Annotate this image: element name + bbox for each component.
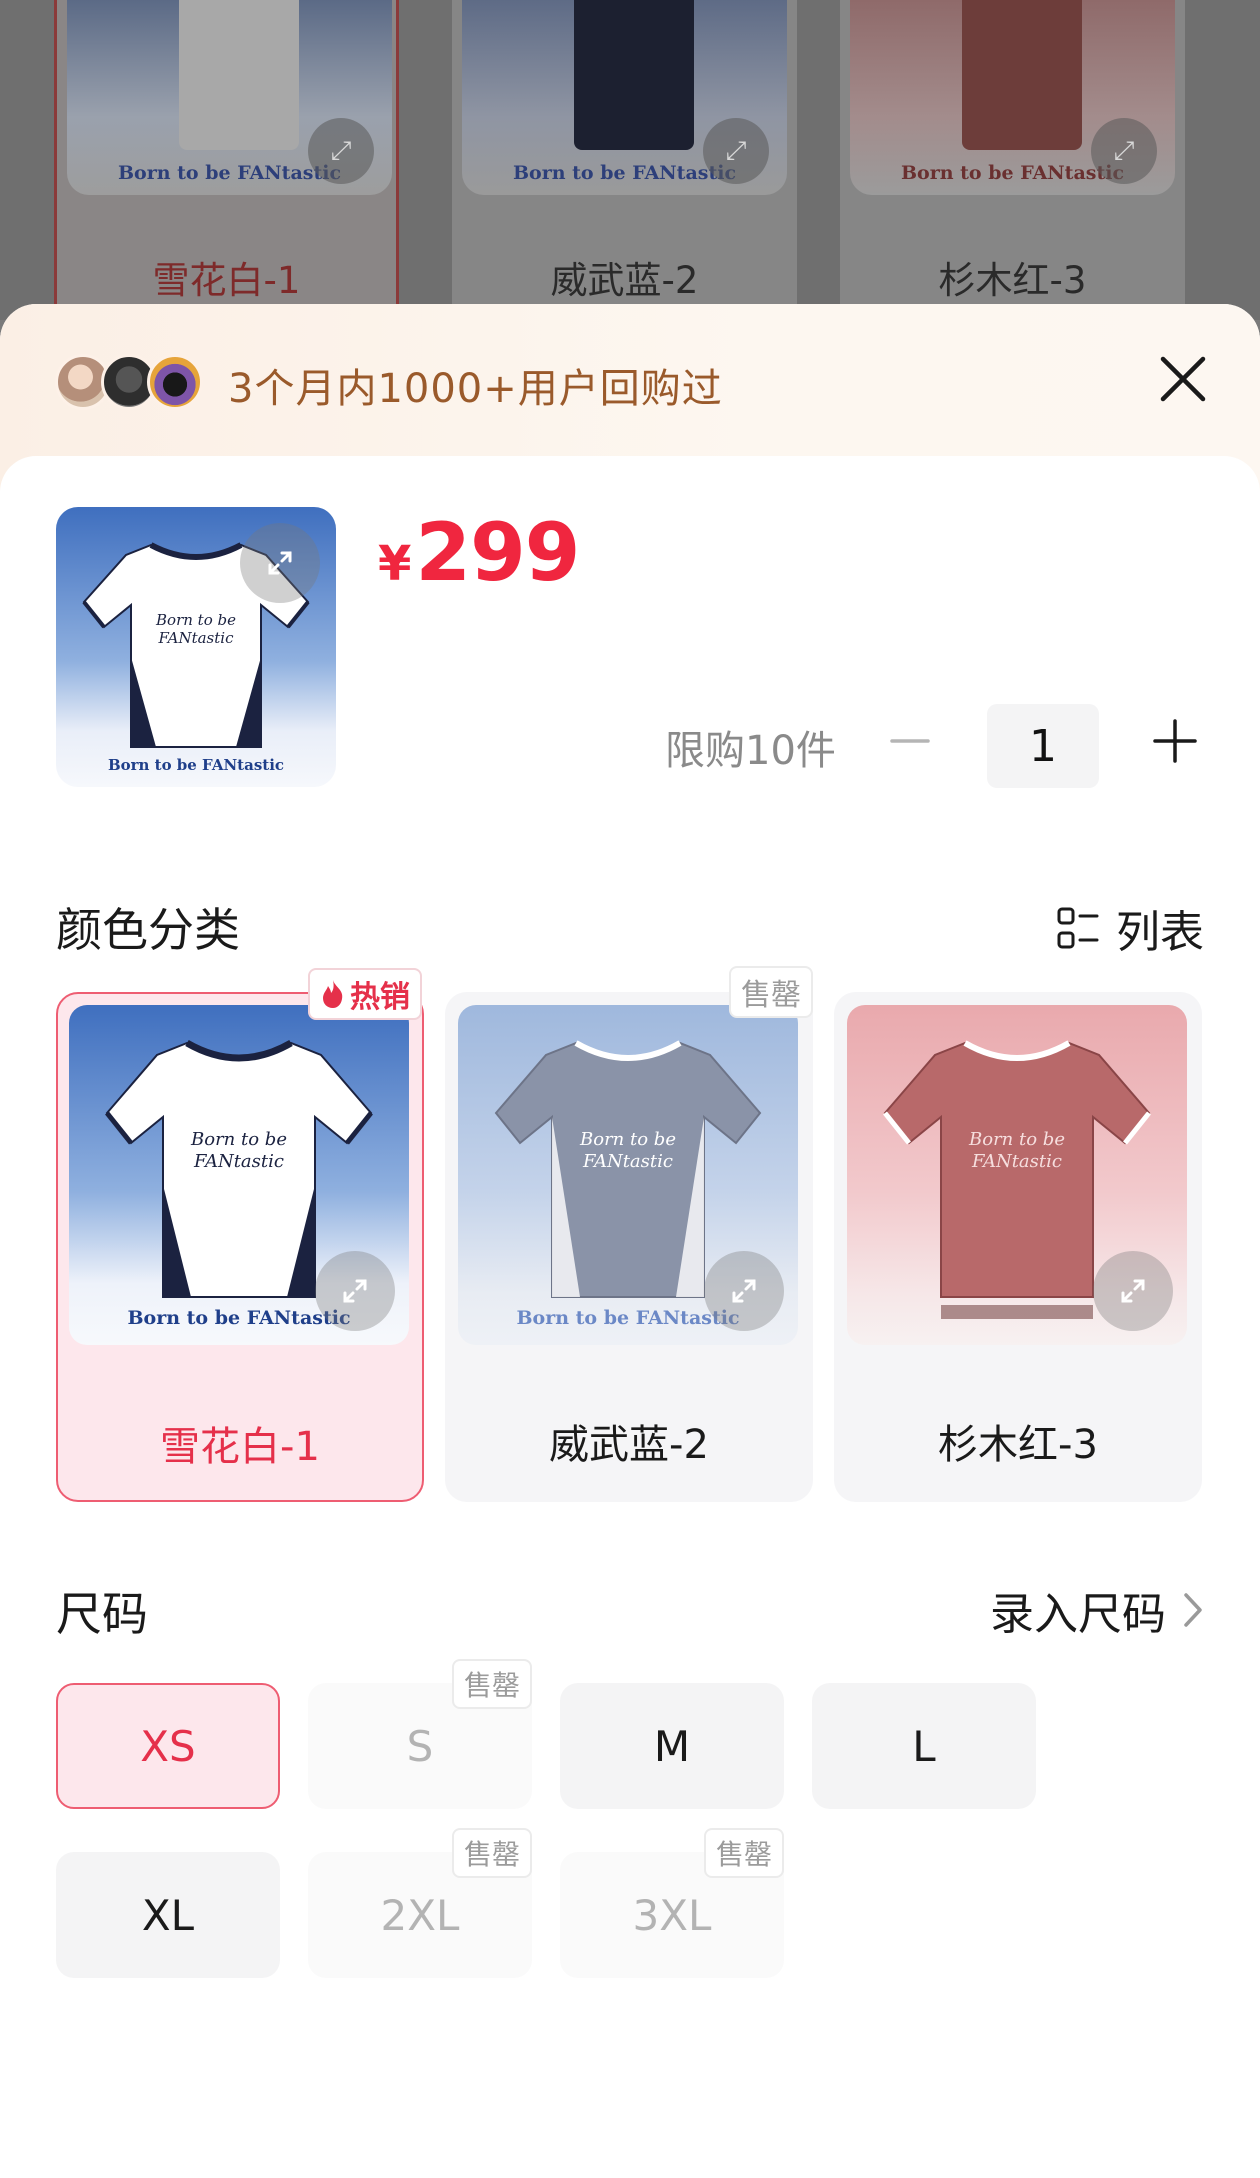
color-option-blue[interactable]: Born to be FANtastic Born to be FANtasti… <box>445 966 813 1502</box>
background-card-image: Born to be FANtastic ⤢ <box>850 0 1175 195</box>
color-option-label: 杉木红-3 <box>938 1422 1098 1468</box>
product-image[interactable]: Born to be FANtastic Born to be FANtasti… <box>56 507 336 787</box>
enter-size-label: 录入尺码 <box>990 1589 1166 1640</box>
background-card-label: 威武蓝-2 <box>550 259 699 302</box>
sold-out-badge: 售罄 <box>703 1828 784 1878</box>
svg-text:FANtastic: FANtastic <box>193 1151 284 1172</box>
svg-text:FANtastic: FANtastic <box>158 629 235 647</box>
quantity-increase-button[interactable] <box>1145 711 1205 771</box>
sold-out-badge: 售罄 <box>729 966 813 1018</box>
close-button[interactable] <box>1150 346 1216 412</box>
enter-size-link[interactable]: 录入尺码 <box>990 1578 1204 1642</box>
size-section-title: 尺码 <box>56 1587 148 1641</box>
quantity-field[interactable]: 1 <box>987 704 1099 788</box>
sku-selector-sheet: 3个月内1000+用户回购过 Born to be FANtastic Born… <box>0 304 1260 2178</box>
background-card-label: 杉木红-3 <box>938 259 1087 302</box>
background-card-image: Born to be FANtastic ⤢ <box>462 0 787 195</box>
purchase-limit: 限购10件 <box>665 728 836 774</box>
svg-text:Born to be: Born to be <box>968 1129 1065 1150</box>
color-section-title: 颜色分类 <box>56 903 240 957</box>
sold-out-badge: 售罄 <box>451 1828 532 1878</box>
repurchase-text: 3个月内1000+用户回购过 <box>228 366 723 412</box>
price: ¥ 299 <box>378 506 580 599</box>
svg-text:Born to be: Born to be <box>579 1129 676 1150</box>
quantity-decrease-button[interactable] <box>880 711 940 771</box>
buyer-avatars <box>55 354 205 410</box>
brand-caption: Born to be FANtastic <box>108 756 284 774</box>
background-card-label: 雪花白-1 <box>152 259 301 302</box>
expand-button[interactable] <box>315 1251 395 1331</box>
expand-icon <box>1121 1279 1145 1303</box>
svg-text:FANtastic: FANtastic <box>971 1151 1062 1172</box>
svg-text:FANtastic: FANtastic <box>582 1151 673 1172</box>
expand-button[interactable] <box>704 1251 784 1331</box>
size-label: M <box>653 1721 691 1771</box>
expand-icon <box>732 1279 756 1303</box>
sold-out-badge: 售罄 <box>451 1659 532 1709</box>
plus-icon <box>1153 719 1197 763</box>
expand-icon <box>343 1279 367 1303</box>
background-color-card-red: Born to be FANtastic ⤢ 杉木红-3 <box>840 0 1185 310</box>
price-currency: ¥ <box>378 536 412 592</box>
svg-text:Born to be: Born to be <box>190 1129 287 1150</box>
color-option-image: Born to be FANtastic <box>847 1005 1187 1345</box>
color-option-label: 雪花白-1 <box>160 1424 320 1470</box>
jersey-image <box>574 0 694 150</box>
background-card-image: Born to be FANtastic ⤢ <box>67 0 392 195</box>
size-option-xs[interactable]: XS <box>56 1683 280 1809</box>
size-option-2xl[interactable]: 2XL 售罄 <box>308 1828 532 1978</box>
jersey-image <box>179 0 299 150</box>
sheet-content: Born to be FANtastic Born to be FANtasti… <box>0 456 1260 2178</box>
list-icon <box>1057 907 1099 949</box>
size-option-3xl[interactable]: 3XL 售罄 <box>560 1828 784 1978</box>
color-option-white[interactable]: Born to be FANtastic Born to be FANtasti… <box>56 968 424 1502</box>
size-option-xl[interactable]: XL <box>56 1852 280 1978</box>
size-label: XL <box>141 1890 195 1940</box>
avatar <box>147 354 203 410</box>
svg-text:Born to be: Born to be <box>155 611 236 629</box>
hot-sale-badge: 热销 <box>308 968 422 1020</box>
jersey-image <box>962 0 1082 150</box>
size-option-m[interactable]: M <box>560 1683 784 1809</box>
size-label: 3XL <box>632 1890 712 1940</box>
list-view-toggle[interactable]: 列表 <box>1056 896 1204 960</box>
chevron-right-icon <box>1184 1593 1202 1627</box>
size-option-l[interactable]: L <box>812 1683 1036 1809</box>
expand-icon: ⤢ <box>308 118 374 184</box>
background-overlay[interactable]: Born to be FANtastic ⤢ 雪花白-1 Born to be … <box>0 0 1260 320</box>
list-view-label: 列表 <box>1116 907 1204 958</box>
expand-icon: ⤢ <box>703 118 769 184</box>
minus-icon <box>890 739 930 743</box>
flame-icon <box>323 980 343 1008</box>
background-color-card-blue: Born to be FANtastic ⤢ 威武蓝-2 <box>452 0 797 310</box>
size-label: S <box>406 1721 434 1771</box>
close-icon <box>1160 356 1206 402</box>
expand-icon <box>268 551 292 575</box>
size-label: 2XL <box>380 1890 460 1940</box>
color-option-red[interactable]: Born to be FANtastic 杉木红-3 <box>834 992 1202 1502</box>
background-color-card-white: Born to be FANtastic ⤢ 雪花白-1 <box>54 0 399 310</box>
expand-button[interactable] <box>240 523 320 603</box>
size-label: XS <box>140 1721 196 1771</box>
color-option-image: Born to be FANtastic Born to be FANtasti… <box>458 1005 798 1345</box>
color-option-image: Born to be FANtastic Born to be FANtasti… <box>69 1005 409 1345</box>
expand-icon: ⤢ <box>1091 118 1157 184</box>
color-option-label: 威武蓝-2 <box>549 1422 709 1468</box>
size-option-s[interactable]: S 售罄 <box>308 1659 532 1809</box>
hot-sale-label: 热销 <box>350 980 410 1015</box>
expand-button[interactable] <box>1093 1251 1173 1331</box>
size-label: L <box>912 1721 936 1771</box>
price-amount: 299 <box>415 506 580 599</box>
